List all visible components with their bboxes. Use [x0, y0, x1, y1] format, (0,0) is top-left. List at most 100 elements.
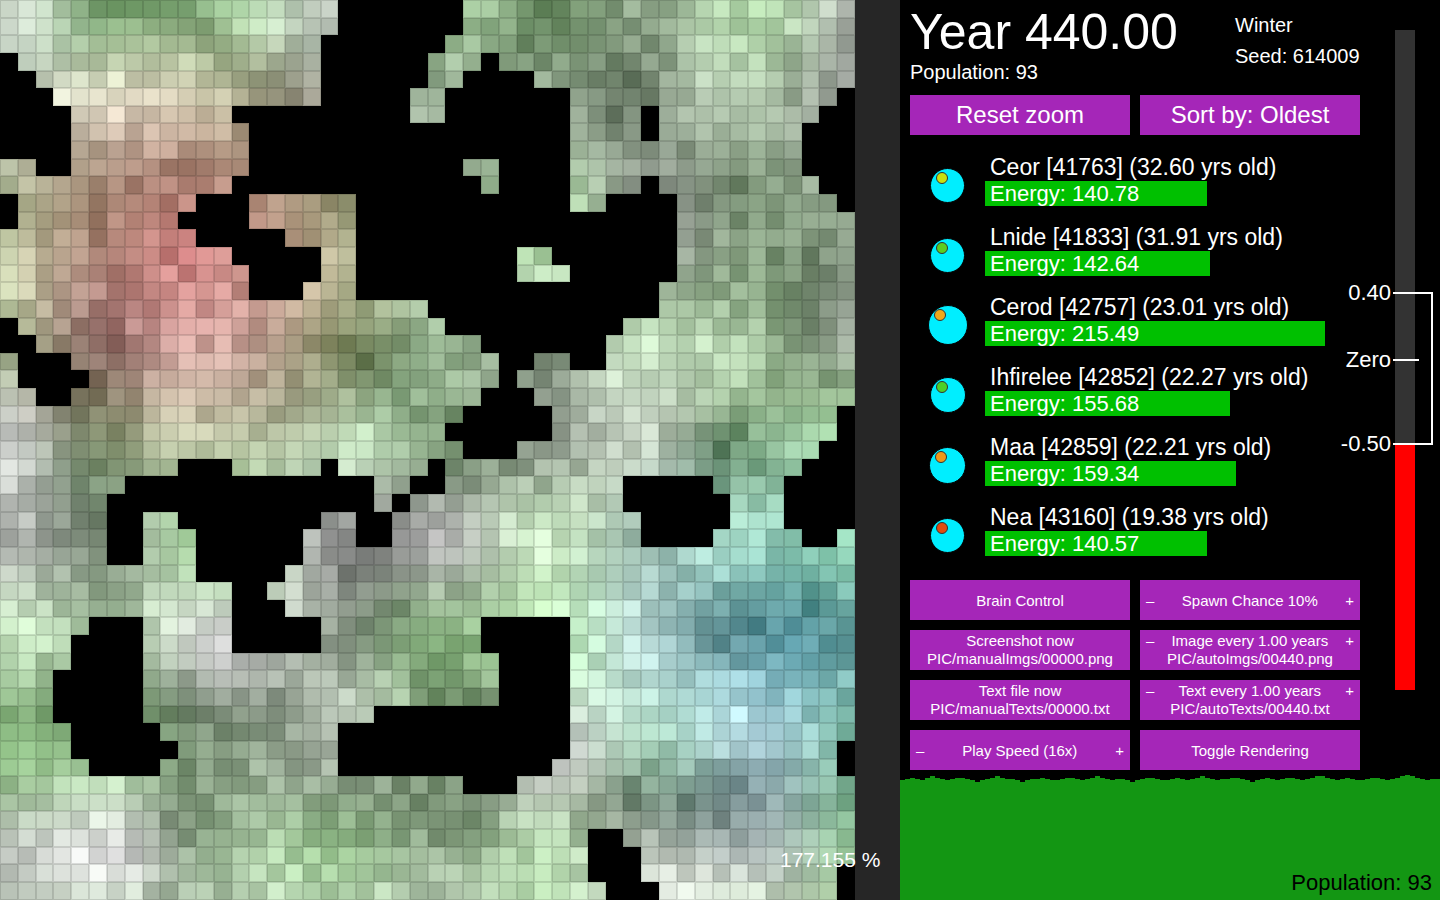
map-tile [819, 512, 837, 530]
map-tile [481, 600, 499, 618]
map-tile [641, 53, 659, 71]
map-tile [499, 670, 517, 688]
map-tile [143, 300, 161, 318]
map-tile [659, 635, 677, 653]
world-map[interactable] [0, 0, 855, 900]
map-tile [18, 582, 36, 600]
map-tile [143, 265, 161, 283]
map-tile [766, 459, 784, 477]
map-tile [570, 71, 588, 89]
map-tile [499, 229, 517, 247]
map-tile [623, 423, 641, 441]
map-tile [766, 176, 784, 194]
map-tile [428, 300, 446, 318]
map-tile [125, 194, 143, 212]
map-tile [445, 388, 463, 406]
map-tile [802, 406, 820, 424]
map-tile [143, 476, 161, 494]
map-tile [552, 176, 570, 194]
map-tile [730, 88, 748, 106]
map-tile [641, 547, 659, 565]
map-tile [552, 406, 570, 424]
map-tile [499, 370, 517, 388]
map-tile [303, 106, 321, 124]
map-tile [588, 600, 606, 618]
map-tile [837, 423, 855, 441]
map-tile [143, 688, 161, 706]
map-tile [303, 423, 321, 441]
map-tile [837, 71, 855, 89]
map-tile [534, 565, 552, 583]
map-tile [321, 688, 339, 706]
map-tile [392, 0, 410, 18]
map-tile [695, 353, 713, 371]
map-tile [713, 353, 731, 371]
map-tile [659, 335, 677, 353]
map-tile [214, 300, 232, 318]
map-tile [552, 88, 570, 106]
map-tile [285, 0, 303, 18]
map-tile [143, 282, 161, 300]
map-tile [623, 459, 641, 477]
map-tile [766, 0, 784, 18]
map-tile [143, 229, 161, 247]
map-tile [748, 388, 766, 406]
map-tile [18, 35, 36, 53]
map-tile [713, 229, 731, 247]
map-tile [677, 476, 695, 494]
map-tile [623, 670, 641, 688]
map-tile [748, 282, 766, 300]
map-tile [18, 494, 36, 512]
map-tile [606, 300, 624, 318]
map-tile [695, 653, 713, 671]
map-tile [713, 529, 731, 547]
map-tile [730, 141, 748, 159]
map-tile [36, 71, 54, 89]
map-tile [748, 71, 766, 89]
map-tile [499, 653, 517, 671]
map-tile [178, 176, 196, 194]
map-tile [303, 565, 321, 583]
map-tile [160, 71, 178, 89]
map-tile [695, 635, 713, 653]
map-tile [53, 512, 71, 530]
map-tile [107, 459, 125, 477]
map-tile [748, 423, 766, 441]
map-tile [730, 335, 748, 353]
map-tile [267, 194, 285, 212]
map-tile [392, 300, 410, 318]
map-tile [338, 353, 356, 371]
map-tile [730, 318, 748, 336]
map-tile [53, 335, 71, 353]
map-tile [623, 229, 641, 247]
map-tile [410, 335, 428, 353]
map-tile [713, 706, 731, 724]
map-tile [214, 229, 232, 247]
map-tile [517, 159, 535, 177]
map-tile [232, 512, 250, 530]
map-tile [784, 494, 802, 512]
map-tile [214, 159, 232, 177]
map-tile [232, 723, 250, 741]
map-tile [748, 229, 766, 247]
map-tile [303, 300, 321, 318]
map-tile [178, 723, 196, 741]
map-tile [837, 688, 855, 706]
map-tile [463, 441, 481, 459]
map-tile [249, 494, 267, 512]
map-tile [143, 635, 161, 653]
map-tile [517, 388, 535, 406]
map-tile [410, 176, 428, 194]
map-tile [18, 547, 36, 565]
map-tile [784, 459, 802, 477]
map-tile [36, 388, 54, 406]
map-tile [588, 512, 606, 530]
map-tile [107, 18, 125, 36]
map-tile [338, 141, 356, 159]
map-tile [641, 141, 659, 159]
map-tile [802, 370, 820, 388]
map-tile [588, 300, 606, 318]
map-tile [410, 106, 428, 124]
map-tile [232, 653, 250, 671]
map-tile [463, 370, 481, 388]
